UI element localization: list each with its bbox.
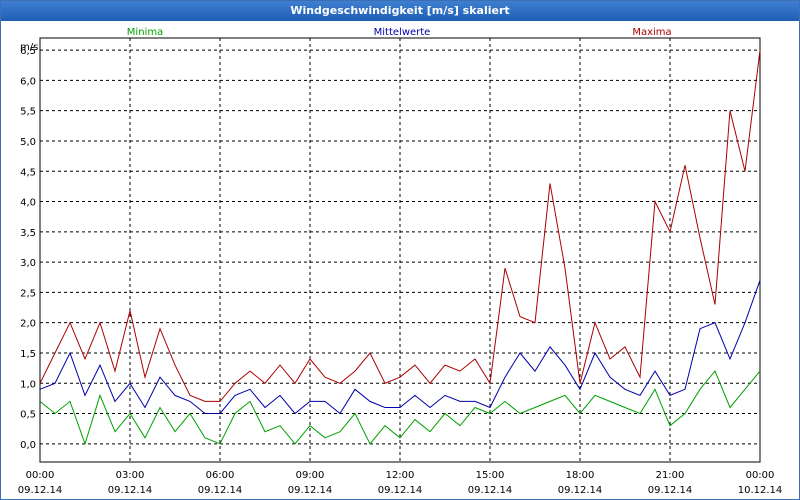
x-tick-time: 18:00 [566, 470, 595, 481]
x-tick-date: 09.12.14 [18, 485, 63, 496]
y-tick-label: 0,5 [20, 410, 36, 421]
series-layer [39, 50, 761, 446]
wind-speed-chart: 6,56,05,55,04,54,03,53,02,52,01,51,00,50… [18, 27, 783, 496]
y-axis-label: m/s [20, 42, 38, 53]
y-tick-label: 5,0 [20, 137, 36, 148]
x-tick-date: 09.12.14 [558, 485, 603, 496]
y-tick-label: 2,5 [20, 288, 36, 299]
y-tick-label: 5,5 [20, 107, 36, 118]
y-axis-ticks: 6,56,05,55,04,54,03,53,02,52,01,51,00,50… [20, 46, 36, 451]
x-tick-time: 09:00 [296, 470, 325, 481]
legend-maxima: Maxima [632, 27, 671, 38]
y-tick-label: 3,5 [20, 228, 36, 239]
y-tick-label: 4,5 [20, 167, 36, 178]
x-tick-date: 09.12.14 [198, 485, 243, 496]
x-tick-date: 09.12.14 [108, 485, 153, 496]
y-tick-label: 4,0 [20, 198, 36, 209]
y-tick-label: 2,0 [20, 319, 36, 330]
x-tick-date: 10.12.14 [738, 485, 783, 496]
x-tick-time: 03:00 [116, 470, 145, 481]
grid [39, 38, 761, 462]
x-tick-date: 09.12.14 [378, 485, 423, 496]
y-tick-label: 0,0 [20, 440, 36, 451]
x-tick-time: 06:00 [206, 470, 235, 481]
x-tick-time: 15:00 [476, 470, 505, 481]
y-tick-label: 1,5 [20, 349, 36, 360]
legend-mittelwerte: Mittelwerte [374, 27, 431, 38]
x-tick-date: 09.12.14 [288, 485, 333, 496]
x-tick-date: 09.12.14 [468, 485, 513, 496]
legend: Minima Mittelwerte Maxima [127, 27, 672, 38]
y-tick-label: 6,0 [20, 76, 36, 87]
x-tick-date: 09.12.14 [648, 485, 693, 496]
x-tick-time: 12:00 [386, 470, 415, 481]
x-tick-time: 21:00 [656, 470, 685, 481]
y-tick-label: 3,0 [20, 258, 36, 269]
legend-minima: Minima [127, 27, 163, 38]
y-tick-label: 1,0 [20, 379, 36, 390]
x-axis-ticks: 00:00 09.12.14 03:00 09.12.14 06:00 09.12.14 0… [18, 470, 783, 496]
x-tick-time: 00:00 [26, 470, 55, 481]
x-tick-time: 00:00 [746, 470, 775, 481]
